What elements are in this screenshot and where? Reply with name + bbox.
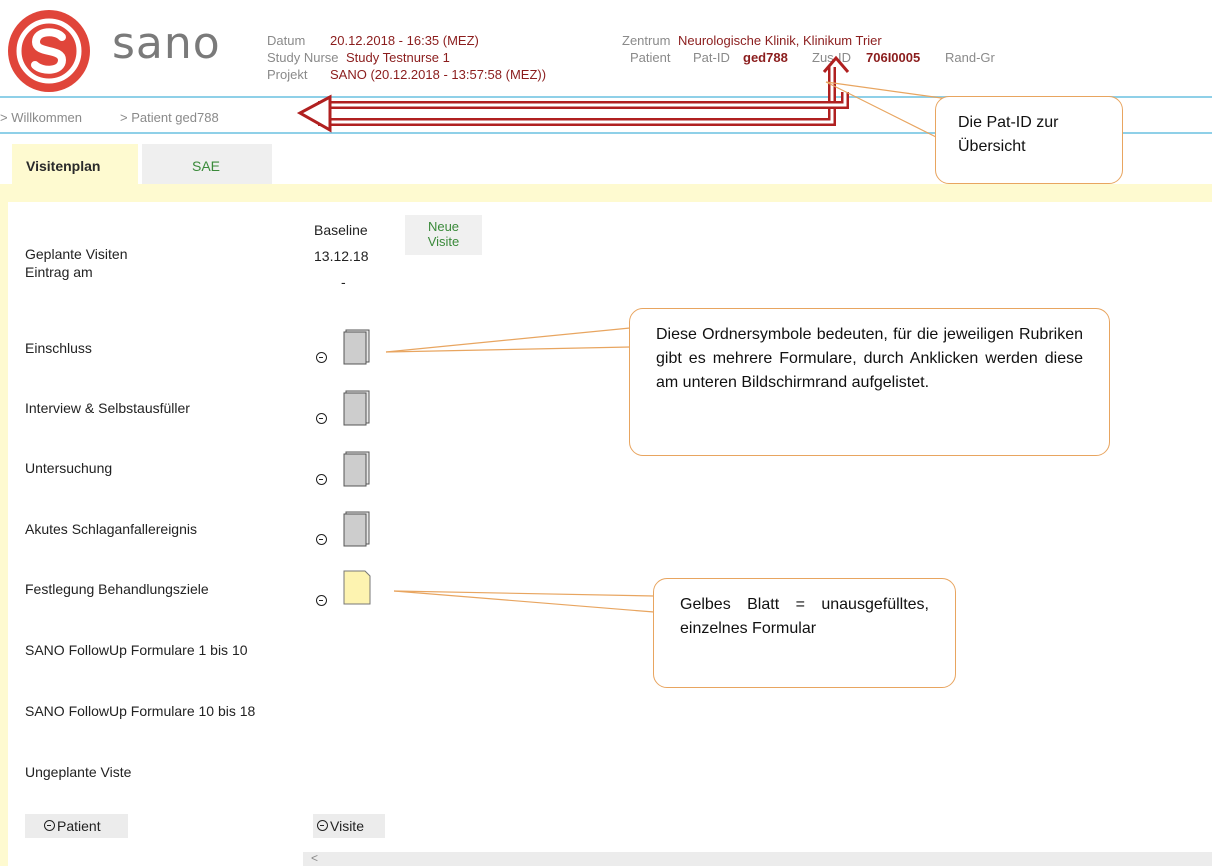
annotation-arrow bbox=[296, 55, 850, 133]
callout-folder: Diese Ordnersymbole bedeuten, für die je… bbox=[629, 308, 1110, 456]
callout-yellow-sheet: Gelbes Blatt = unausgefülltes, einzelnes… bbox=[653, 578, 956, 688]
callout-patid: Die Pat-ID zur Übersicht bbox=[935, 96, 1123, 184]
